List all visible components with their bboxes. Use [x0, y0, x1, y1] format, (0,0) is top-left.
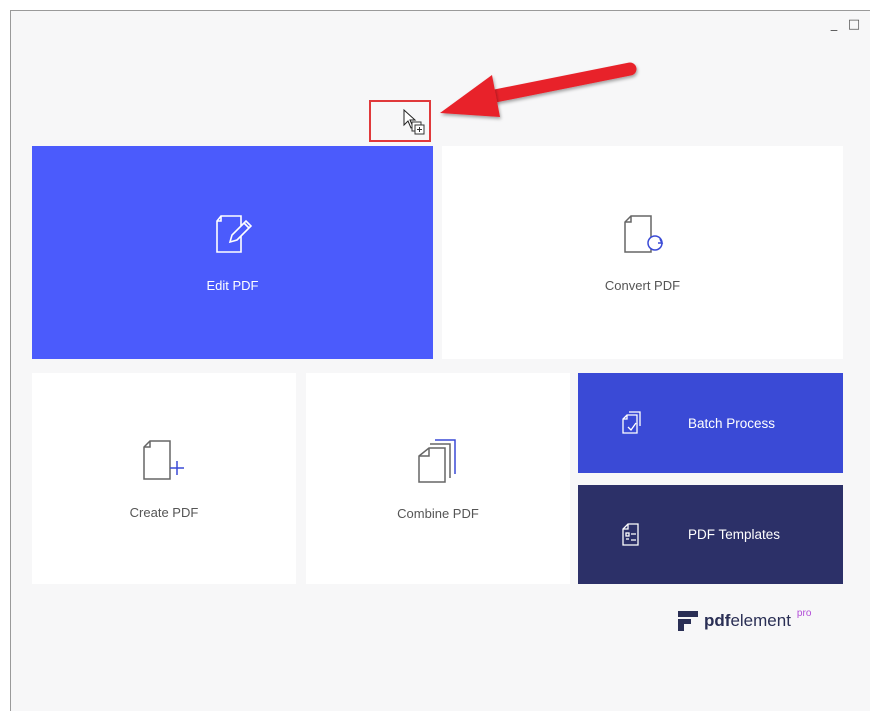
pdfelement-mark-icon	[678, 611, 698, 631]
edit-pdf-label: Edit PDF	[206, 278, 259, 293]
convert-pdf-label: Convert PDF	[604, 278, 681, 293]
convert-pdf-tile[interactable]: Convert PDF	[442, 146, 843, 359]
red-arrow-icon	[430, 55, 645, 140]
brand-name-rest: element	[730, 611, 791, 630]
pdf-templates-icon	[620, 522, 644, 548]
brand-name: pdfelement	[704, 611, 791, 631]
combine-pdf-label: Combine PDF	[397, 506, 479, 521]
brand-name-bold: pdf	[704, 611, 731, 630]
batch-process-tile[interactable]: Batch Process	[578, 373, 843, 473]
create-pdf-label: Create PDF	[129, 505, 199, 520]
pdf-templates-label: PDF Templates	[688, 527, 781, 542]
edit-pdf-tile[interactable]: Edit PDF	[32, 146, 433, 359]
combine-documents-icon	[415, 436, 461, 484]
batch-process-label: Batch Process	[688, 415, 776, 431]
convert-document-icon	[621, 212, 665, 256]
combine-pdf-tile[interactable]: Combine PDF	[306, 373, 570, 584]
maximize-button[interactable]: □	[847, 17, 861, 32]
create-document-icon	[140, 437, 188, 483]
create-pdf-tile[interactable]: Create PDF	[32, 373, 296, 584]
drag-copy-cursor-icon	[402, 108, 428, 143]
brand-pro-badge: pro	[796, 608, 812, 619]
pdfelement-logo: pdfelement pro	[678, 608, 812, 631]
window-controls: _ □ ×	[827, 17, 870, 32]
pdf-templates-tile[interactable]: PDF Templates	[578, 485, 843, 584]
edit-document-icon	[213, 212, 253, 256]
batch-process-icon	[620, 410, 644, 436]
minimize-button[interactable]: _	[827, 17, 841, 32]
